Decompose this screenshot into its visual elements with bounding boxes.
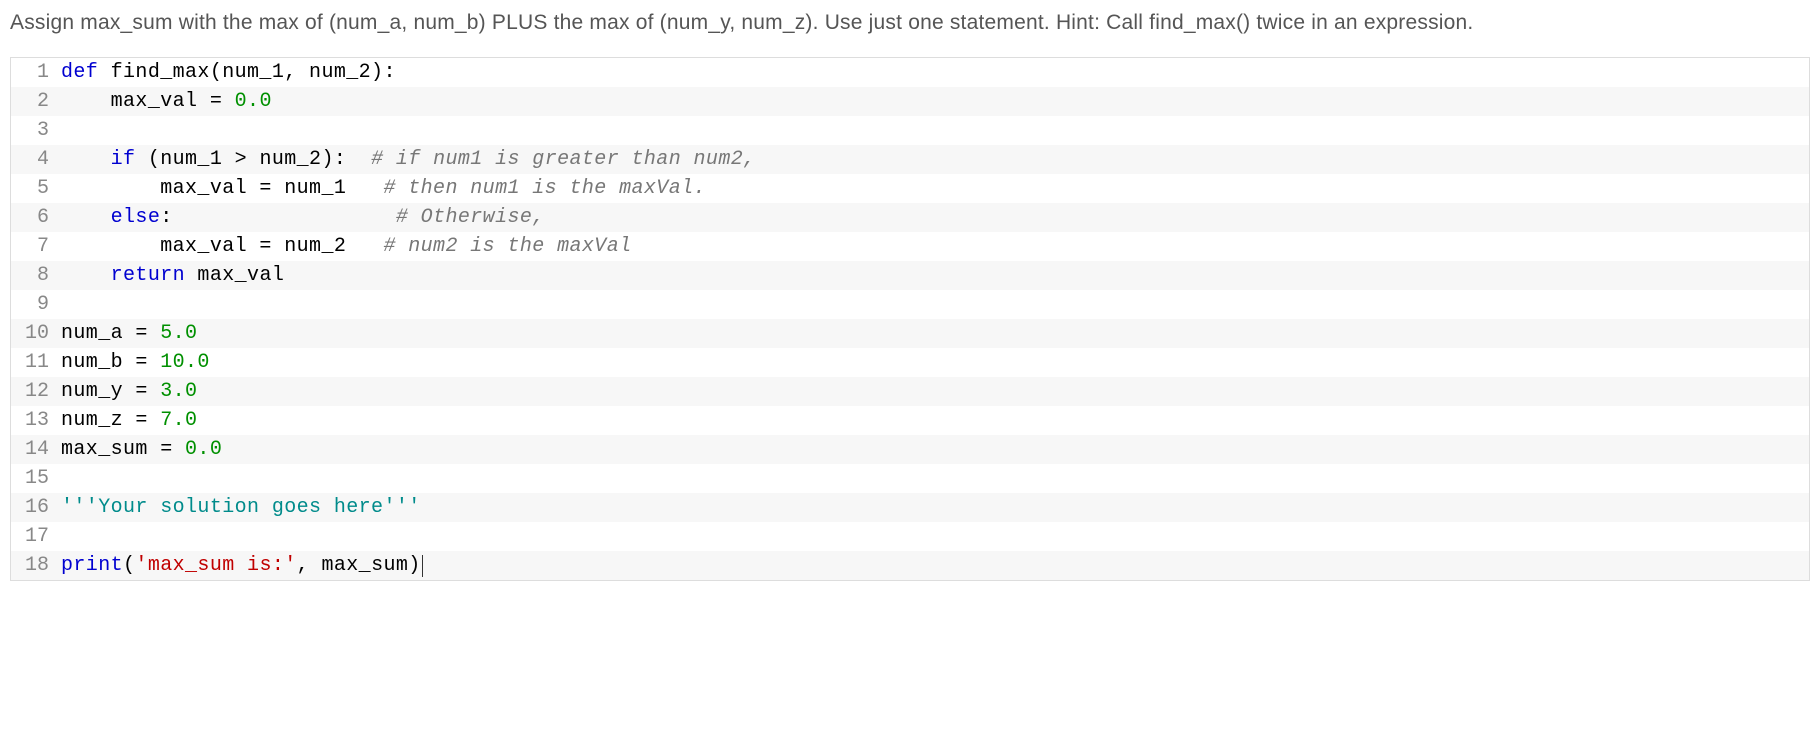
- code-line[interactable]: 9: [11, 290, 1809, 319]
- code-token: [61, 206, 111, 229]
- problem-instructions: Assign max_sum with the max of (num_a, n…: [10, 8, 1810, 37]
- code-token: 10.0: [160, 351, 210, 374]
- line-number: 3: [11, 116, 59, 145]
- line-number: 1: [11, 58, 59, 87]
- code-line[interactable]: 1def find_max(num_1, num_2):: [11, 58, 1809, 87]
- line-number: 5: [11, 174, 59, 203]
- code-line[interactable]: 16'''Your solution goes here''': [11, 493, 1809, 522]
- code-content[interactable]: num_b = 10.0: [59, 348, 1809, 377]
- code-token: 3.0: [160, 380, 197, 403]
- code-token: if: [111, 148, 136, 171]
- code-token: [61, 264, 111, 287]
- code-token: find_max(num_1, num_2):: [111, 61, 396, 84]
- line-number: 9: [11, 290, 59, 319]
- code-content[interactable]: [59, 116, 1809, 145]
- code-token: def: [61, 61, 111, 84]
- code-token: num_b =: [61, 351, 160, 374]
- code-token: num_z =: [61, 409, 160, 432]
- code-content[interactable]: max_val = num_1 # then num1 is the maxVa…: [59, 174, 1809, 203]
- code-content[interactable]: [59, 522, 1809, 551]
- line-number: 2: [11, 87, 59, 116]
- cursor: [422, 555, 423, 577]
- code-content[interactable]: return max_val: [59, 261, 1809, 290]
- code-line[interactable]: 13num_z = 7.0: [11, 406, 1809, 435]
- code-token: :: [160, 206, 396, 229]
- code-content[interactable]: max_sum = 0.0: [59, 435, 1809, 464]
- code-token: # if num1 is greater than num2,: [371, 148, 755, 171]
- code-token: (num_1 > num_2):: [135, 148, 371, 171]
- code-line[interactable]: 12num_y = 3.0: [11, 377, 1809, 406]
- code-token: 5.0: [160, 322, 197, 345]
- line-number: 11: [11, 348, 59, 377]
- code-token: max_sum =: [61, 438, 185, 461]
- code-token: [61, 148, 111, 171]
- code-token: (: [123, 554, 135, 577]
- code-content[interactable]: [59, 290, 1809, 319]
- code-token: max_val: [185, 264, 284, 287]
- code-token: max_val = num_1: [61, 177, 383, 200]
- code-content[interactable]: num_y = 3.0: [59, 377, 1809, 406]
- code-token: num_y =: [61, 380, 160, 403]
- line-number: 14: [11, 435, 59, 464]
- code-line[interactable]: 8 return max_val: [11, 261, 1809, 290]
- code-line[interactable]: 18print('max_sum is:', max_sum): [11, 551, 1809, 580]
- code-content[interactable]: num_z = 7.0: [59, 406, 1809, 435]
- code-line[interactable]: 15: [11, 464, 1809, 493]
- code-line[interactable]: 14max_sum = 0.0: [11, 435, 1809, 464]
- code-content[interactable]: def find_max(num_1, num_2):: [59, 58, 1809, 87]
- line-number: 7: [11, 232, 59, 261]
- code-content[interactable]: max_val = 0.0: [59, 87, 1809, 116]
- code-line[interactable]: 17: [11, 522, 1809, 551]
- code-content[interactable]: num_a = 5.0: [59, 319, 1809, 348]
- code-line[interactable]: 7 max_val = num_2 # num2 is the maxVal: [11, 232, 1809, 261]
- line-number: 12: [11, 377, 59, 406]
- line-number: 10: [11, 319, 59, 348]
- code-token: print: [61, 554, 123, 577]
- line-number: 15: [11, 464, 59, 493]
- code-token: 7.0: [160, 409, 197, 432]
- line-number: 16: [11, 493, 59, 522]
- code-content[interactable]: '''Your solution goes here''': [59, 493, 1809, 522]
- line-number: 13: [11, 406, 59, 435]
- code-line[interactable]: 11num_b = 10.0: [11, 348, 1809, 377]
- code-line[interactable]: 10num_a = 5.0: [11, 319, 1809, 348]
- code-content[interactable]: [59, 464, 1809, 493]
- code-token: max_val = num_2: [61, 235, 383, 258]
- code-content[interactable]: max_val = num_2 # num2 is the maxVal: [59, 232, 1809, 261]
- code-token: , max_sum): [297, 554, 421, 577]
- code-content[interactable]: print('max_sum is:', max_sum): [59, 551, 1809, 580]
- line-number: 17: [11, 522, 59, 551]
- code-token: # num2 is the maxVal: [383, 235, 631, 258]
- code-token: # then num1 is the maxVal.: [383, 177, 705, 200]
- line-number: 6: [11, 203, 59, 232]
- code-line[interactable]: 4 if (num_1 > num_2): # if num1 is great…: [11, 145, 1809, 174]
- line-number: 4: [11, 145, 59, 174]
- code-token: 0.0: [185, 438, 222, 461]
- code-token: 'max_sum is:': [135, 554, 296, 577]
- code-token: num_a =: [61, 322, 160, 345]
- code-editor[interactable]: 1def find_max(num_1, num_2):2 max_val = …: [10, 57, 1810, 581]
- code-content[interactable]: else: # Otherwise,: [59, 203, 1809, 232]
- line-number: 18: [11, 551, 59, 580]
- line-number: 8: [11, 261, 59, 290]
- code-token: 0.0: [235, 90, 272, 113]
- code-token: return: [111, 264, 185, 287]
- code-token: max_val =: [61, 90, 235, 113]
- code-line[interactable]: 6 else: # Otherwise,: [11, 203, 1809, 232]
- code-line[interactable]: 3: [11, 116, 1809, 145]
- code-token: # Otherwise,: [396, 206, 545, 229]
- code-token: else: [111, 206, 161, 229]
- code-line[interactable]: 2 max_val = 0.0: [11, 87, 1809, 116]
- code-token: '''Your solution goes here''': [61, 496, 421, 519]
- code-line[interactable]: 5 max_val = num_1 # then num1 is the max…: [11, 174, 1809, 203]
- code-content[interactable]: if (num_1 > num_2): # if num1 is greater…: [59, 145, 1809, 174]
